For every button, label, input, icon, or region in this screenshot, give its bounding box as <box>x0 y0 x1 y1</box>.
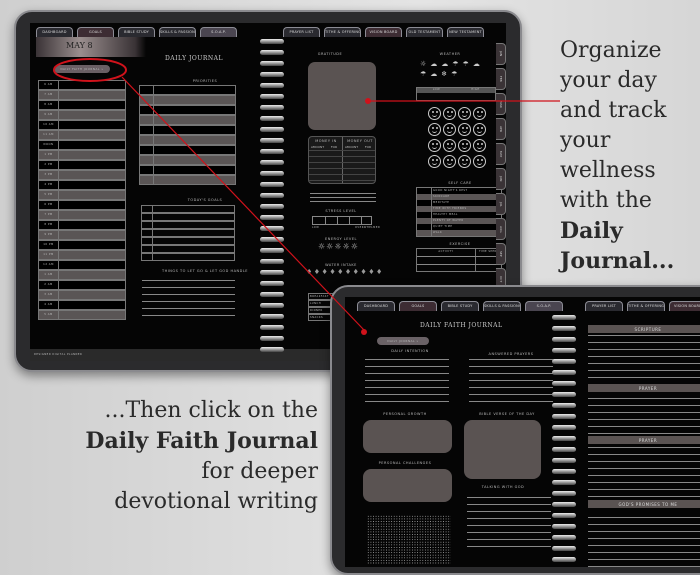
spiral-ring <box>552 557 576 562</box>
scripture-line[interactable] <box>588 566 700 567</box>
highlight-oval <box>53 58 127 82</box>
pointer-line-faith <box>121 76 365 331</box>
scripture-line[interactable] <box>588 559 700 560</box>
pointer-dot-faith <box>361 329 367 335</box>
pointer-dot-daily <box>365 98 371 104</box>
annotations <box>53 58 560 335</box>
